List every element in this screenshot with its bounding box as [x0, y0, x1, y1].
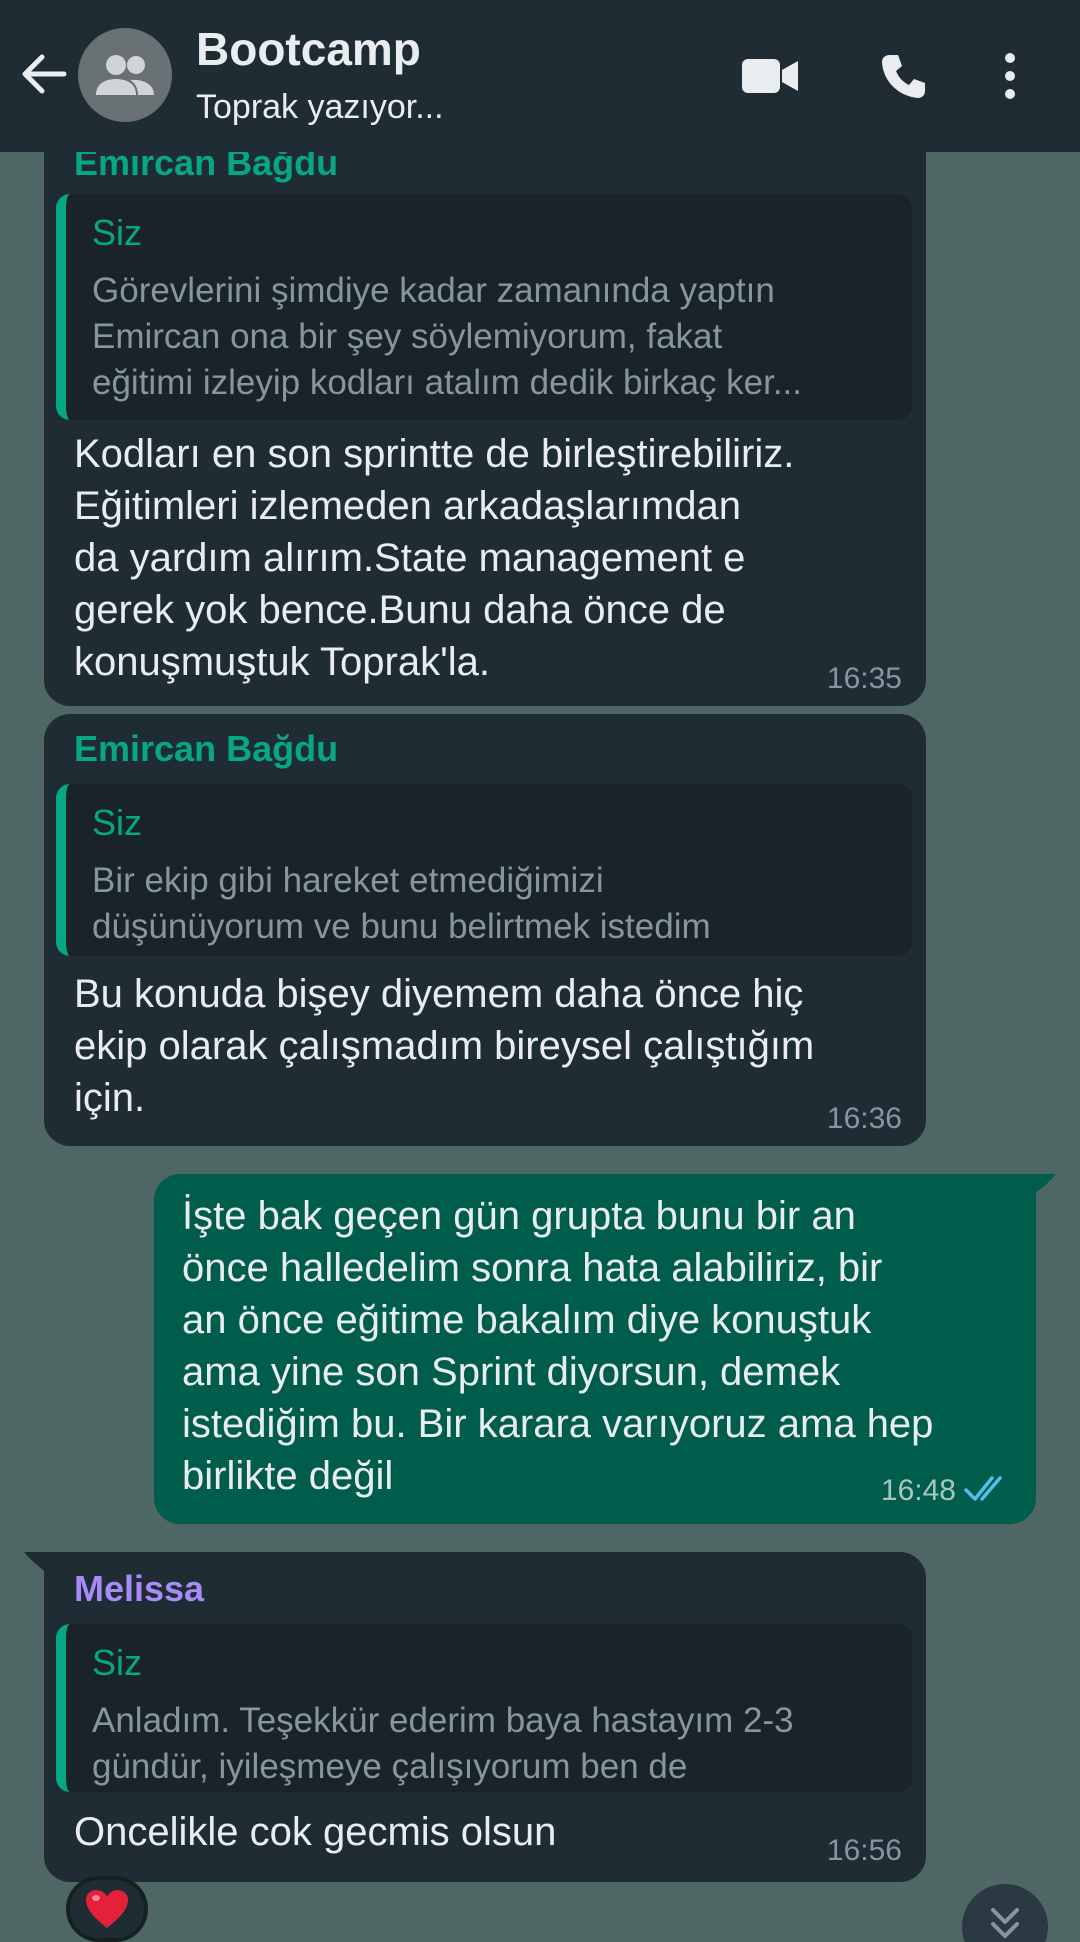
message-text: Bu konuda bişey diyemem daha önce hiç ek… — [74, 972, 815, 1120]
message-bubble[interactable]: Emircan Bağdu Siz Görevlerini şimdiye ka… — [44, 110, 926, 706]
quote-text: Görevlerini şimdiye kadar zamanında yapt… — [92, 271, 802, 402]
back-button[interactable] — [14, 44, 74, 104]
quoted-message[interactable]: Siz Bir ekip gibi hareket etmediğimizi d… — [56, 784, 912, 956]
heart-emoji-icon — [86, 1890, 128, 1928]
message-bubble[interactable]: Emircan Bağdu Siz Bir ekip gibi hareket … — [44, 714, 926, 1146]
message-time: 16:35 — [826, 662, 902, 695]
double-chevron-down-icon — [991, 1908, 1019, 1938]
more-options-button[interactable] — [986, 46, 1034, 106]
outgoing-tail — [1034, 1174, 1056, 1194]
quote-sender: Siz — [92, 802, 143, 843]
video-camera-icon — [742, 59, 798, 93]
message-time: 16:36 — [826, 1102, 902, 1135]
message-sender: Emircan Bağdu — [74, 728, 339, 769]
phone-icon — [882, 55, 925, 98]
message-text: Kodları en son sprintte de birleştirebil… — [74, 432, 795, 684]
message-text: İşte bak geçen gün grupta bunu bir an ön… — [182, 1194, 934, 1498]
message-time: 16:48 — [880, 1474, 956, 1507]
message-bubble-outgoing[interactable]: İşte bak geçen gün grupta bunu bir an ön… — [154, 1174, 1036, 1524]
quote-sender: Siz — [92, 1642, 143, 1683]
message-text: Oncelikle cok gecmis olsun — [74, 1810, 557, 1854]
quoted-message[interactable]: Siz Anladım. Teşekkür ederim baya hastay… — [56, 1624, 912, 1792]
quote-text: Bir ekip gibi hareket etmediğimizi düşün… — [92, 861, 711, 946]
typing-status: Toprak yazıyor... — [196, 88, 444, 126]
chat-area[interactable]: Emircan Bağdu Siz Görevlerini şimdiye ka… — [0, 0, 1080, 1942]
arrow-left-icon — [22, 54, 67, 94]
voice-call-button[interactable] — [872, 46, 936, 106]
chat-header: Bootcamp Toprak yazıyor... — [0, 0, 1080, 152]
group-avatar[interactable] — [78, 28, 172, 122]
scroll-to-bottom-button[interactable] — [962, 1884, 1048, 1942]
chat-title[interactable]: Bootcamp — [196, 22, 421, 76]
quoted-message[interactable]: Siz Görevlerini şimdiye kadar zamanında … — [56, 194, 912, 420]
group-icon — [96, 55, 154, 95]
message-bubble[interactable]: Melissa Siz Anladım. Teşekkür ederim bay… — [44, 1552, 926, 1882]
message-time: 16:56 — [826, 1834, 902, 1867]
message-sender: Melissa — [74, 1568, 205, 1609]
read-ticks-icon — [964, 1472, 1012, 1511]
quote-text: Anladım. Teşekkür ederim baya hastayım 2… — [92, 1701, 794, 1786]
video-call-button[interactable] — [738, 46, 802, 106]
quote-sender: Siz — [92, 212, 143, 253]
incoming-tail — [24, 1552, 46, 1572]
heart-reaction[interactable] — [66, 1876, 148, 1942]
more-vertical-icon — [1005, 53, 1015, 99]
